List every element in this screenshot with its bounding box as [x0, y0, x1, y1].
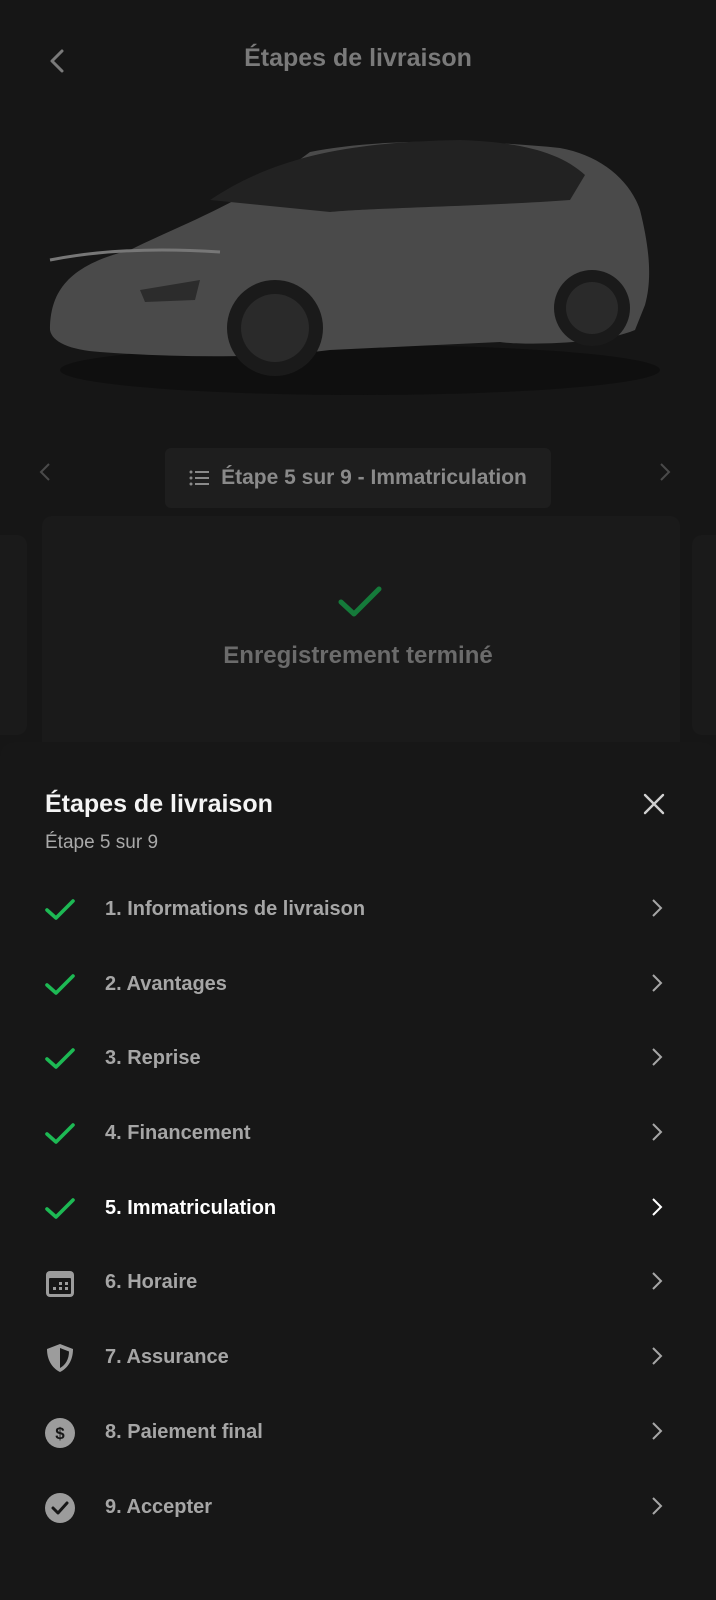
step-item-9[interactable]: 9. Accepter — [0, 1470, 716, 1545]
checkmark-icon — [45, 1048, 75, 1070]
sheet-subtitle: Étape 5 sur 9 — [45, 832, 159, 853]
step-label: 8. Paiement final — [105, 1420, 263, 1443]
close-button[interactable] — [636, 786, 672, 822]
vehicle-image — [49, 140, 660, 395]
step-label: 6. Horaire — [105, 1271, 198, 1294]
step-item-4[interactable]: 4. Financement — [0, 1096, 716, 1171]
step-item-3[interactable]: 3. Reprise — [0, 1021, 716, 1096]
status-card — [42, 516, 680, 756]
shield-icon — [47, 1344, 73, 1373]
step-label: 4. Financement — [105, 1122, 251, 1145]
checkmark-icon — [45, 1197, 75, 1219]
chevron-left-icon — [39, 463, 50, 481]
page-title: Étapes de livraison — [244, 44, 472, 72]
step-selector-label: Étape 5 sur 9 - Immatriculation — [221, 466, 527, 489]
chevron-right-icon — [652, 1048, 663, 1067]
calendar-icon — [46, 1271, 74, 1298]
previous-step-button[interactable] — [38, 462, 52, 487]
sheet-title: Étapes de livraison — [45, 790, 273, 818]
close-icon — [643, 793, 665, 815]
step-label: 9. Accepter — [105, 1495, 213, 1518]
chevron-right-icon — [652, 973, 663, 992]
step-label: 7. Assurance — [105, 1346, 229, 1369]
checkmark-icon — [45, 1123, 75, 1144]
step-selector[interactable]: Étape 5 sur 9 - Immatriculation — [165, 448, 551, 508]
chevron-right-icon — [652, 1272, 663, 1291]
step-label: 3. Reprise — [105, 1047, 201, 1070]
chevron-right-icon — [652, 1347, 663, 1365]
step-label: 2. Avantages — [105, 972, 227, 995]
step-label: 1. Informations de livraison — [105, 898, 366, 920]
chevron-right-icon — [652, 899, 663, 917]
step-item-7[interactable]: 7. Assurance — [0, 1320, 716, 1395]
checkmark-icon — [338, 586, 382, 617]
chevron-right-icon — [660, 463, 671, 481]
step-item-6[interactable]: 6. Horaire — [0, 1245, 716, 1320]
previous-card-peek — [0, 535, 27, 735]
step-item-1[interactable]: 1. Informations de livraison — [0, 872, 716, 947]
chevron-right-icon — [652, 1198, 663, 1216]
chevron-right-icon — [652, 1123, 663, 1141]
next-step-button[interactable] — [658, 462, 672, 487]
list-icon — [189, 470, 210, 486]
step-item-5[interactable]: 5. Immatriculation — [0, 1171, 716, 1246]
top-bar: Étapes de livraison — [0, 0, 716, 120]
chevron-right-icon — [652, 1422, 663, 1440]
steps-list: 1. Informations de livraison 2. Avantage… — [0, 872, 716, 1544]
dollar-icon: $ — [45, 1417, 75, 1448]
checkmark-icon — [45, 899, 75, 920]
step-item-2[interactable]: 2. Avantages — [0, 947, 716, 1022]
checkmark-icon — [45, 973, 75, 995]
step-item-8[interactable]: $ 8. Paiement final — [0, 1395, 716, 1470]
next-card-peek — [692, 535, 716, 735]
status-text: Enregistrement terminé — [223, 642, 493, 669]
svg-text:$: $ — [55, 1424, 65, 1443]
chevron-right-icon — [652, 1496, 663, 1515]
step-label: 5. Immatriculation — [105, 1196, 277, 1219]
delivery-steps-sheet: Étapes de livraison Étape 5 sur 9 1. Inf… — [0, 742, 716, 1600]
check-circle-icon — [45, 1492, 75, 1523]
